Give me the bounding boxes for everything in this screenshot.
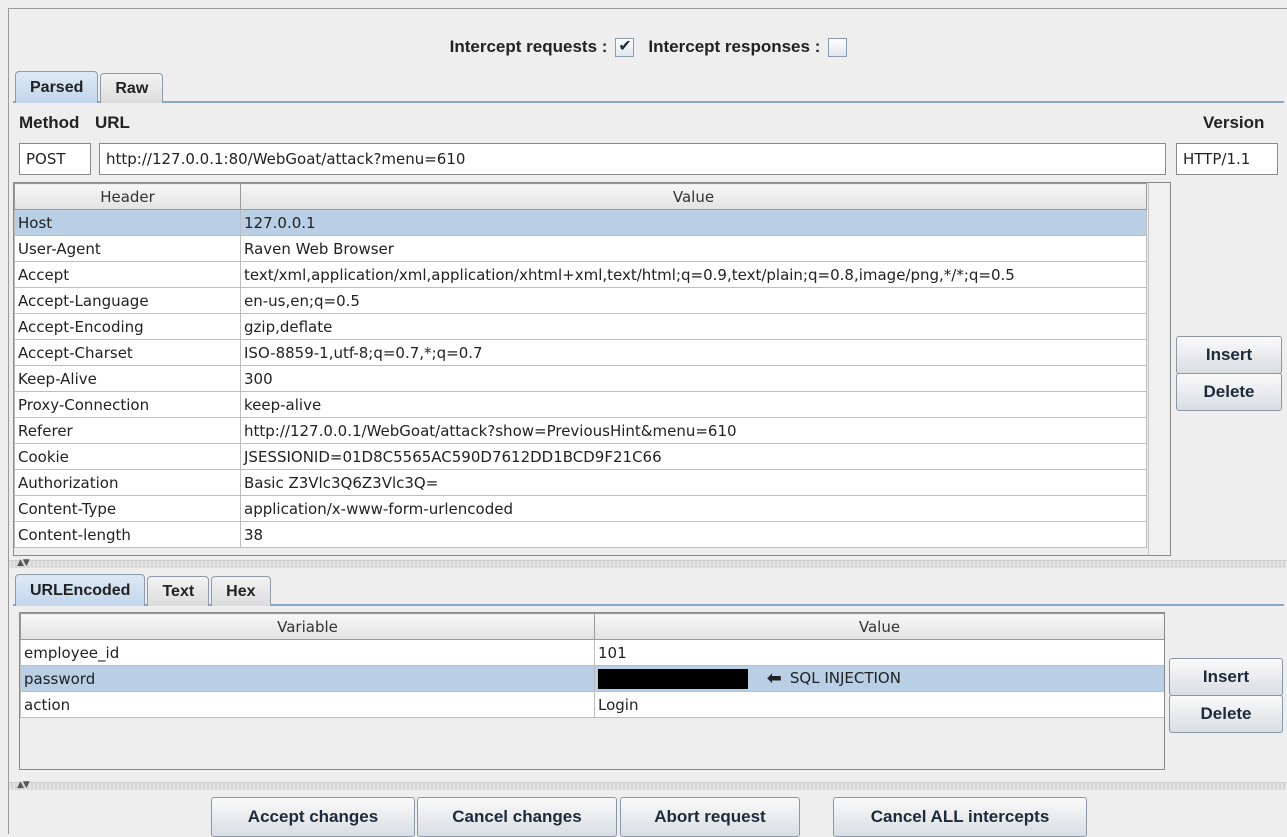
tab-hex[interactable]: Hex <box>211 576 271 606</box>
header-value-cell[interactable]: application/x-www-form-urlencoded <box>240 495 1147 522</box>
header-name-cell[interactable]: Accept-Charset <box>14 339 241 366</box>
tab-text[interactable]: Text <box>147 576 210 606</box>
header-name-cell[interactable]: Accept <box>14 261 241 288</box>
table-row[interactable]: User-Agent Raven Web Browser <box>14 235 1147 262</box>
column-header-variable[interactable]: Variable <box>20 613 595 640</box>
intercept-responses-label: Intercept responses : <box>648 37 821 56</box>
header-name-cell[interactable]: Host <box>14 209 241 236</box>
body-insert-button[interactable]: Insert <box>1169 658 1283 696</box>
header-name-cell[interactable]: Accept-Language <box>14 287 241 314</box>
table-row[interactable]: Cookie JSESSIONID=01D8C5565AC590D7612DD1B… <box>14 443 1147 470</box>
splitter-top[interactable]: ▲▼ <box>9 558 1287 568</box>
header-value-cell[interactable]: 38 <box>240 521 1147 548</box>
header-name-cell[interactable]: Content-Type <box>14 495 241 522</box>
header-value-cell[interactable]: 127.0.0.1 <box>240 209 1147 236</box>
header-name-cell[interactable]: Authorization <box>14 469 241 496</box>
header-value-cell[interactable]: keep-alive <box>240 391 1147 418</box>
value-cell[interactable]: 101 <box>594 639 1164 666</box>
splitter-arrows-icon: ▲▼ <box>17 780 30 790</box>
cancel-changes-button[interactable]: Cancel changes <box>417 797 617 837</box>
body-table-header-row: Variable Value <box>20 613 1164 640</box>
version-field[interactable]: HTTP/1.1 <box>1176 143 1278 175</box>
method-field[interactable]: POST <box>19 143 91 175</box>
header-value-cell[interactable]: 300 <box>240 365 1147 392</box>
redaction-block <box>598 669 748 690</box>
table-row[interactable]: Keep-Alive 300 <box>14 365 1147 392</box>
header-value-cell[interactable]: http://127.0.0.1/WebGoat/attack?show=Pre… <box>240 417 1147 444</box>
body-table: Variable Value employee_id 101 password … <box>20 613 1164 718</box>
header-name-cell[interactable]: Cookie <box>14 443 241 470</box>
table-row[interactable]: Accept-Encoding gzip,deflate <box>14 313 1147 340</box>
url-field[interactable]: http://127.0.0.1:80/WebGoat/attack?menu=… <box>99 143 1166 175</box>
header-value-cell[interactable]: JSESSIONID=01D8C5565AC590D7612DD1BCD9F21… <box>240 443 1147 470</box>
header-name-cell[interactable]: Accept-Encoding <box>14 313 241 340</box>
splitter-arrows-icon: ▲▼ <box>17 558 30 568</box>
body-delete-button[interactable]: Delete <box>1169 695 1283 733</box>
intercept-responses: Intercept responses : <box>648 37 848 57</box>
column-header-header[interactable]: Header <box>14 183 241 210</box>
table-row[interactable]: Content-Type application/x-www-form-urlen… <box>14 495 1147 522</box>
header-value-cell[interactable]: gzip,deflate <box>240 313 1147 340</box>
table-row[interactable]: Host 127.0.0.1 <box>14 209 1147 236</box>
cancel-all-intercepts-button[interactable]: Cancel ALL intercepts <box>833 797 1087 837</box>
arrow-left-icon: ⬅ <box>766 667 782 689</box>
intercept-requests-checkbox[interactable] <box>615 36 635 57</box>
table-row[interactable]: Proxy-Connection keep-alive <box>14 391 1147 418</box>
header-name-cell[interactable]: User-Agent <box>14 235 241 262</box>
intercept-requests: Intercept requests : <box>449 36 635 57</box>
splitter-bottom[interactable]: ▲▼ <box>9 780 1287 790</box>
header-value-cell[interactable]: Raven Web Browser <box>240 235 1147 262</box>
accept-changes-button[interactable]: Accept changes <box>211 797 415 837</box>
tab-raw[interactable]: Raw <box>100 73 164 103</box>
variable-cell[interactable]: password <box>20 665 595 692</box>
headers-table: Header Value Host 127.0.0.1 User-Agent Rave… <box>14 183 1147 548</box>
headers-table-scroll-area <box>1148 183 1170 555</box>
table-row-selected[interactable]: password ⬅ SQL INJECTION <box>20 665 1164 692</box>
header-value-cell[interactable]: Basic Z3Vlc3Q6Z3Vlc3Q= <box>240 469 1147 496</box>
intercept-bar: Intercept requests : Intercept responses… <box>9 29 1287 65</box>
table-row[interactable]: Accept-Charset ISO-8859-1,utf-8;q=0.7,*;q… <box>14 339 1147 366</box>
header-name-cell[interactable]: Proxy-Connection <box>14 391 241 418</box>
column-header-value[interactable]: Value <box>240 183 1147 210</box>
column-header-value[interactable]: Value <box>594 613 1164 640</box>
table-row[interactable]: Content-length 38 <box>14 521 1147 548</box>
top-tab-underline <box>13 101 1284 103</box>
intercept-panel: Intercept requests : Intercept responses… <box>8 8 1287 837</box>
header-delete-button[interactable]: Delete <box>1176 373 1282 411</box>
header-name-cell[interactable]: Keep-Alive <box>14 365 241 392</box>
headers-table-header-row: Header Value <box>14 183 1147 210</box>
version-label: Version <box>1203 113 1265 132</box>
tab-parsed[interactable]: Parsed <box>15 71 99 103</box>
table-row[interactable]: action Login <box>20 691 1164 718</box>
body-table-container: Variable Value employee_id 101 password … <box>19 612 1165 770</box>
headers-table-container: Header Value Host 127.0.0.1 User-Agent Rave… <box>13 182 1171 556</box>
header-insert-button[interactable]: Insert <box>1176 336 1282 374</box>
variable-cell[interactable]: employee_id <box>20 639 595 666</box>
header-value-cell[interactable]: en-us,en;q=0.5 <box>240 287 1147 314</box>
intercept-requests-label: Intercept requests : <box>449 37 608 56</box>
header-name-cell[interactable]: Content-length <box>14 521 241 548</box>
table-row[interactable]: Accept-Language en-us,en;q=0.5 <box>14 287 1147 314</box>
sql-injection-annotation: ⬅ SQL INJECTION <box>767 668 901 689</box>
header-value-cell[interactable]: ISO-8859-1,utf-8;q=0.7,*;q=0.7 <box>240 339 1147 366</box>
tab-urlencoded[interactable]: URLEncoded <box>15 574 146 606</box>
value-cell-redacted[interactable]: ⬅ SQL INJECTION <box>594 665 1164 692</box>
abort-request-button[interactable]: Abort request <box>620 797 800 837</box>
method-label: Method <box>19 113 80 132</box>
variable-cell[interactable]: action <box>20 691 595 718</box>
table-row[interactable]: Authorization Basic Z3Vlc3Q6Z3Vlc3Q= <box>14 469 1147 496</box>
table-row[interactable]: Accept text/xml,application/xml,applicati… <box>14 261 1147 288</box>
sql-injection-label: SQL INJECTION <box>789 669 901 688</box>
top-tabs: Parsed Raw <box>15 71 165 103</box>
table-row[interactable]: employee_id 101 <box>20 639 1164 666</box>
header-value-cell[interactable]: text/xml,application/xml,application/xht… <box>240 261 1147 288</box>
body-tabs: URLEncoded Text Hex <box>15 574 273 606</box>
header-name-cell[interactable]: Referer <box>14 417 241 444</box>
url-label: URL <box>95 113 130 132</box>
value-cell[interactable]: Login <box>594 691 1164 718</box>
table-row[interactable]: Referer http://127.0.0.1/WebGoat/attack?s… <box>14 417 1147 444</box>
intercept-responses-checkbox[interactable] <box>828 37 848 57</box>
